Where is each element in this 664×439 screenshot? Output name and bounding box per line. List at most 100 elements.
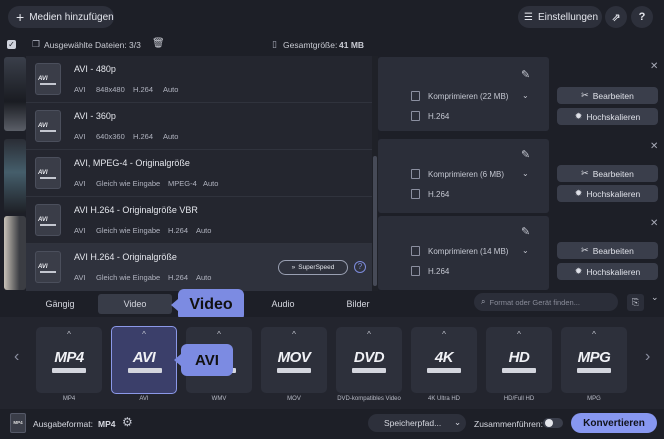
upscale-button[interactable]: ✹ Hochskalieren [557, 108, 658, 125]
chevron-down-icon[interactable]: ⌄ [454, 417, 461, 428]
chevron-up-icon: ^ [67, 330, 71, 339]
tab-audio[interactable]: Audio [246, 294, 320, 314]
tab-common[interactable]: Gängig [22, 294, 98, 314]
chevron-right-icon[interactable]: › [645, 348, 650, 366]
scrollbar-thumb[interactable] [373, 156, 377, 286]
help-icon[interactable]: ? [354, 261, 366, 273]
convert-button[interactable]: Konvertieren [571, 413, 657, 433]
plus-icon: + [16, 9, 25, 25]
chevron-up-icon: ^ [442, 330, 446, 339]
pencil-icon[interactable]: ✎ [521, 68, 530, 81]
import-preset-icon[interactable]: ⎘ [627, 294, 644, 311]
total-size-value: 41 MB [339, 40, 365, 50]
avi-file-icon: AVI [35, 157, 61, 189]
chevron-down-icon[interactable]: ⌄ [522, 91, 529, 100]
remove-file-icon[interactable]: ✕ [650, 218, 658, 229]
file-icon-text: AVI [38, 76, 48, 82]
video-thumbnail[interactable] [4, 139, 26, 213]
file-icon-text: AVI [38, 170, 48, 176]
remove-file-icon[interactable]: ✕ [650, 141, 658, 152]
compress-label[interactable]: Komprimieren (6 MB) [428, 170, 504, 179]
preset-item[interactable]: AVI AVI - 480p AVI 848x480 H.264 Auto [26, 56, 372, 103]
video-badge [277, 368, 311, 373]
compress-icon [411, 169, 420, 179]
compress-label[interactable]: Komprimieren (14 MB) [428, 247, 508, 256]
tab-video[interactable]: Video [98, 294, 172, 314]
preset-audio: Auto [203, 179, 219, 188]
chevron-down-icon[interactable]: ⌄ [522, 246, 529, 255]
preset-resolution: Gleich wie Eingabe [96, 273, 161, 282]
chevron-up-icon: ^ [292, 330, 296, 339]
search-icon: ⌕ [481, 297, 486, 306]
format-tile-label: MP4 [62, 396, 76, 402]
add-media-button[interactable]: + Medien hinzufügen [8, 6, 114, 28]
hd-logo: HD [508, 349, 530, 366]
scissors-icon: ✂ [581, 168, 589, 178]
video-badge [52, 368, 86, 373]
output-format-value: MP4 [98, 419, 116, 429]
save-path-button[interactable]: Speicherpfad... ⌄ [368, 414, 466, 432]
add-media-label: Medien hinzufügen [29, 11, 114, 23]
merge-toggle[interactable] [543, 418, 563, 428]
pencil-icon[interactable]: ✎ [521, 225, 530, 238]
format-tile-avi[interactable]: ^ AVI [111, 326, 177, 394]
share-button[interactable]: ⇗ [605, 6, 627, 28]
format-tile-label: MOV [287, 396, 301, 402]
edit-button[interactable]: ✂ Bearbeiten [557, 242, 658, 259]
select-all-checkbox[interactable]: ✓ [7, 40, 16, 49]
dropdown-scrollbar[interactable] [372, 56, 378, 291]
video-thumbnail[interactable] [4, 216, 26, 290]
superspeed-badge[interactable]: » SuperSpeed [278, 260, 348, 275]
video-thumbnail[interactable] [4, 57, 26, 131]
format-tile-4k[interactable]: ^ 4K [411, 327, 477, 393]
preset-audio: Auto [163, 85, 179, 94]
codec-icon [411, 189, 420, 199]
upscale-button[interactable]: ✹ Hochskalieren [557, 263, 658, 280]
compress-icon [411, 91, 420, 101]
preset-item-selected[interactable]: AVI AVI H.264 - Originalgröße AVI Gleich… [26, 244, 372, 291]
preset-codec: MPEG-4 [168, 179, 197, 188]
preset-resolution: 640x360 [96, 132, 125, 141]
format-tile-mpg[interactable]: ^ MPG [561, 327, 627, 393]
selected-files-label: Ausgewählte Dateien: 3/3 [44, 40, 141, 50]
share-icon: ⇗ [611, 11, 621, 24]
compress-icon [411, 246, 420, 256]
format-tile-label: AVI [139, 396, 149, 402]
edit-button[interactable]: ✂ Bearbeiten [557, 87, 658, 104]
codec-label: H.264 [428, 112, 450, 121]
format-tile-dvd[interactable]: ^ DVD [336, 327, 402, 393]
mp4-logo: MP4 [54, 349, 84, 366]
settings-button[interactable]: ☰ Einstellungen [518, 6, 602, 28]
chevron-down-icon[interactable]: ⌄ [651, 292, 659, 303]
chevron-down-icon[interactable]: ⌄ [522, 169, 529, 178]
chevron-up-icon: ^ [517, 330, 521, 339]
preset-audio: Auto [196, 273, 212, 282]
codec-icon [411, 111, 420, 121]
chevron-left-icon[interactable]: ‹ [14, 348, 19, 366]
remove-file-icon[interactable]: ✕ [650, 61, 658, 72]
pencil-icon[interactable]: ✎ [521, 148, 530, 161]
compress-label[interactable]: Komprimieren (22 MB) [428, 92, 508, 101]
format-tile-label: WMV [211, 396, 227, 402]
help-button[interactable]: ? [631, 6, 653, 28]
format-tile-label: MPG [587, 396, 601, 402]
format-tile-mov[interactable]: ^ MOV [261, 327, 327, 393]
preset-item[interactable]: AVI AVI - 360p AVI 640x360 H.264 Auto [26, 103, 372, 150]
format-tiles-panel: ‹ › ^ MP4 MP4 ^ AVI AVI ^ WMV ^ MOV MOV … [0, 317, 664, 409]
tab-images[interactable]: Bilder [320, 294, 396, 314]
format-search-input[interactable]: ⌕ Format oder Gerät finden... [474, 293, 618, 311]
trash-icon[interactable]: 🗑 [152, 38, 165, 49]
help-glyph: ? [357, 262, 363, 271]
preset-dropdown: AVI AVI - 480p AVI 848x480 H.264 Auto AV… [26, 56, 378, 291]
upscale-icon: ✹ [574, 266, 583, 276]
edit-button[interactable]: ✂ Bearbeiten [557, 165, 658, 182]
format-tile-mp4[interactable]: ^ MP4 [36, 327, 102, 393]
scissors-icon: ✂ [581, 245, 589, 255]
preset-item[interactable]: AVI AVI H.264 - Originalgröße VBR AVI Gl… [26, 197, 372, 244]
preset-item[interactable]: AVI AVI, MPEG-4 - Originalgröße AVI Glei… [26, 150, 372, 197]
preset-title: AVI H.264 - Originalgröße VBR [74, 205, 198, 215]
format-tile-hd[interactable]: ^ HD [486, 327, 552, 393]
upscale-button[interactable]: ✹ Hochskalieren [557, 185, 658, 202]
gear-icon[interactable]: ⚙ [122, 415, 133, 429]
chevron-up-icon: ^ [142, 330, 146, 339]
